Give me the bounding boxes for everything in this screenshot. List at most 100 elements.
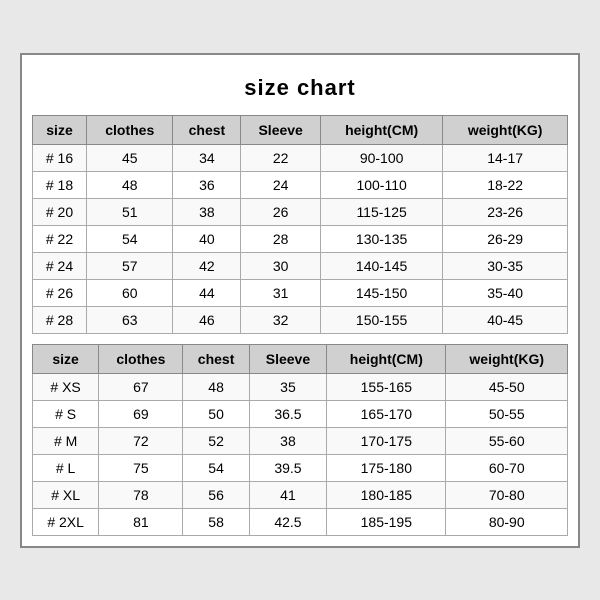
table-cell: # XS	[33, 373, 99, 400]
table-cell: # 16	[33, 144, 87, 171]
table2-header-cell: chest	[183, 344, 249, 373]
table-cell: 40-45	[443, 306, 568, 333]
table-cell: 30-35	[443, 252, 568, 279]
table-row: # 20513826115-12523-26	[33, 198, 568, 225]
table-cell: 170-175	[327, 427, 446, 454]
table-cell: 100-110	[320, 171, 442, 198]
table-cell: 30	[241, 252, 321, 279]
table-cell: 46	[173, 306, 241, 333]
table-cell: # L	[33, 454, 99, 481]
table-cell: # S	[33, 400, 99, 427]
table-cell: 41	[249, 481, 327, 508]
table-row: # 28634632150-15540-45	[33, 306, 568, 333]
table1-header-cell: Sleeve	[241, 115, 321, 144]
table-cell: 52	[183, 427, 249, 454]
table-cell: 26-29	[443, 225, 568, 252]
table-cell: 35	[249, 373, 327, 400]
table-cell: 31	[241, 279, 321, 306]
table-cell: 60-70	[446, 454, 568, 481]
table-cell: 42.5	[249, 508, 327, 535]
table-cell: # 18	[33, 171, 87, 198]
table-cell: 26	[241, 198, 321, 225]
table-row: # 18483624100-11018-22	[33, 171, 568, 198]
table-cell: 145-150	[320, 279, 442, 306]
table2-header-cell: clothes	[99, 344, 183, 373]
table-cell: 38	[173, 198, 241, 225]
table1-header-cell: weight(KG)	[443, 115, 568, 144]
table-cell: 35-40	[443, 279, 568, 306]
table1-header-cell: size	[33, 115, 87, 144]
table-row: # 1645342290-10014-17	[33, 144, 568, 171]
table2-header-row: sizeclotheschestSleeveheight(CM)weight(K…	[33, 344, 568, 373]
table-cell: 45	[87, 144, 173, 171]
table-cell: 75	[99, 454, 183, 481]
table-cell: 80-90	[446, 508, 568, 535]
table-row: # XL785641180-18570-80	[33, 481, 568, 508]
table-cell: 155-165	[327, 373, 446, 400]
table-cell: 69	[99, 400, 183, 427]
table-row: # 24574230140-14530-35	[33, 252, 568, 279]
table-cell: 57	[87, 252, 173, 279]
table-row: # 22544028130-13526-29	[33, 225, 568, 252]
table-cell: 54	[87, 225, 173, 252]
table-cell: 175-180	[327, 454, 446, 481]
table-row: # XS674835155-16545-50	[33, 373, 568, 400]
table-cell: 51	[87, 198, 173, 225]
table1-header-row: sizeclotheschestSleeveheight(CM)weight(K…	[33, 115, 568, 144]
table-cell: # 28	[33, 306, 87, 333]
table-cell: 115-125	[320, 198, 442, 225]
table-cell: 67	[99, 373, 183, 400]
table-cell: 38	[249, 427, 327, 454]
table-cell: # 26	[33, 279, 87, 306]
table-cell: # M	[33, 427, 99, 454]
table2-header-cell: size	[33, 344, 99, 373]
table-cell: 44	[173, 279, 241, 306]
table-cell: 130-135	[320, 225, 442, 252]
table-cell: 140-145	[320, 252, 442, 279]
table-cell: 23-26	[443, 198, 568, 225]
table-cell: 34	[173, 144, 241, 171]
table2-header-cell: Sleeve	[249, 344, 327, 373]
table1-header-cell: chest	[173, 115, 241, 144]
table-row: # 26604431145-15035-40	[33, 279, 568, 306]
chart-container: size chart sizeclotheschestSleeveheight(…	[20, 53, 580, 548]
table-cell: 60	[87, 279, 173, 306]
table-cell: 48	[87, 171, 173, 198]
table-cell: # 22	[33, 225, 87, 252]
table-cell: 185-195	[327, 508, 446, 535]
table1-header-cell: height(CM)	[320, 115, 442, 144]
table-cell: 28	[241, 225, 321, 252]
table-cell: 50-55	[446, 400, 568, 427]
table-cell: 54	[183, 454, 249, 481]
chart-title: size chart	[32, 65, 568, 115]
table-cell: 48	[183, 373, 249, 400]
table-row: # L755439.5175-18060-70	[33, 454, 568, 481]
table-cell: # XL	[33, 481, 99, 508]
table-cell: 180-185	[327, 481, 446, 508]
table-cell: 36.5	[249, 400, 327, 427]
table-cell: 90-100	[320, 144, 442, 171]
table-row: # 2XL815842.5185-19580-90	[33, 508, 568, 535]
table-cell: 14-17	[443, 144, 568, 171]
table-row: # S695036.5165-17050-55	[33, 400, 568, 427]
table1-body: # 1645342290-10014-17# 18483624100-11018…	[33, 144, 568, 333]
table-cell: 39.5	[249, 454, 327, 481]
table-cell: 58	[183, 508, 249, 535]
table-cell: # 24	[33, 252, 87, 279]
table-cell: 32	[241, 306, 321, 333]
table-cell: 18-22	[443, 171, 568, 198]
table-cell: 55-60	[446, 427, 568, 454]
table-cell: 40	[173, 225, 241, 252]
table-cell: 72	[99, 427, 183, 454]
table-cell: 24	[241, 171, 321, 198]
table-cell: 78	[99, 481, 183, 508]
table-cell: # 2XL	[33, 508, 99, 535]
table2-header-cell: weight(KG)	[446, 344, 568, 373]
table-cell: 81	[99, 508, 183, 535]
table-cell: 45-50	[446, 373, 568, 400]
table2-header-cell: height(CM)	[327, 344, 446, 373]
table-cell: 70-80	[446, 481, 568, 508]
table-cell: 150-155	[320, 306, 442, 333]
table-cell: 165-170	[327, 400, 446, 427]
table-cell: 22	[241, 144, 321, 171]
